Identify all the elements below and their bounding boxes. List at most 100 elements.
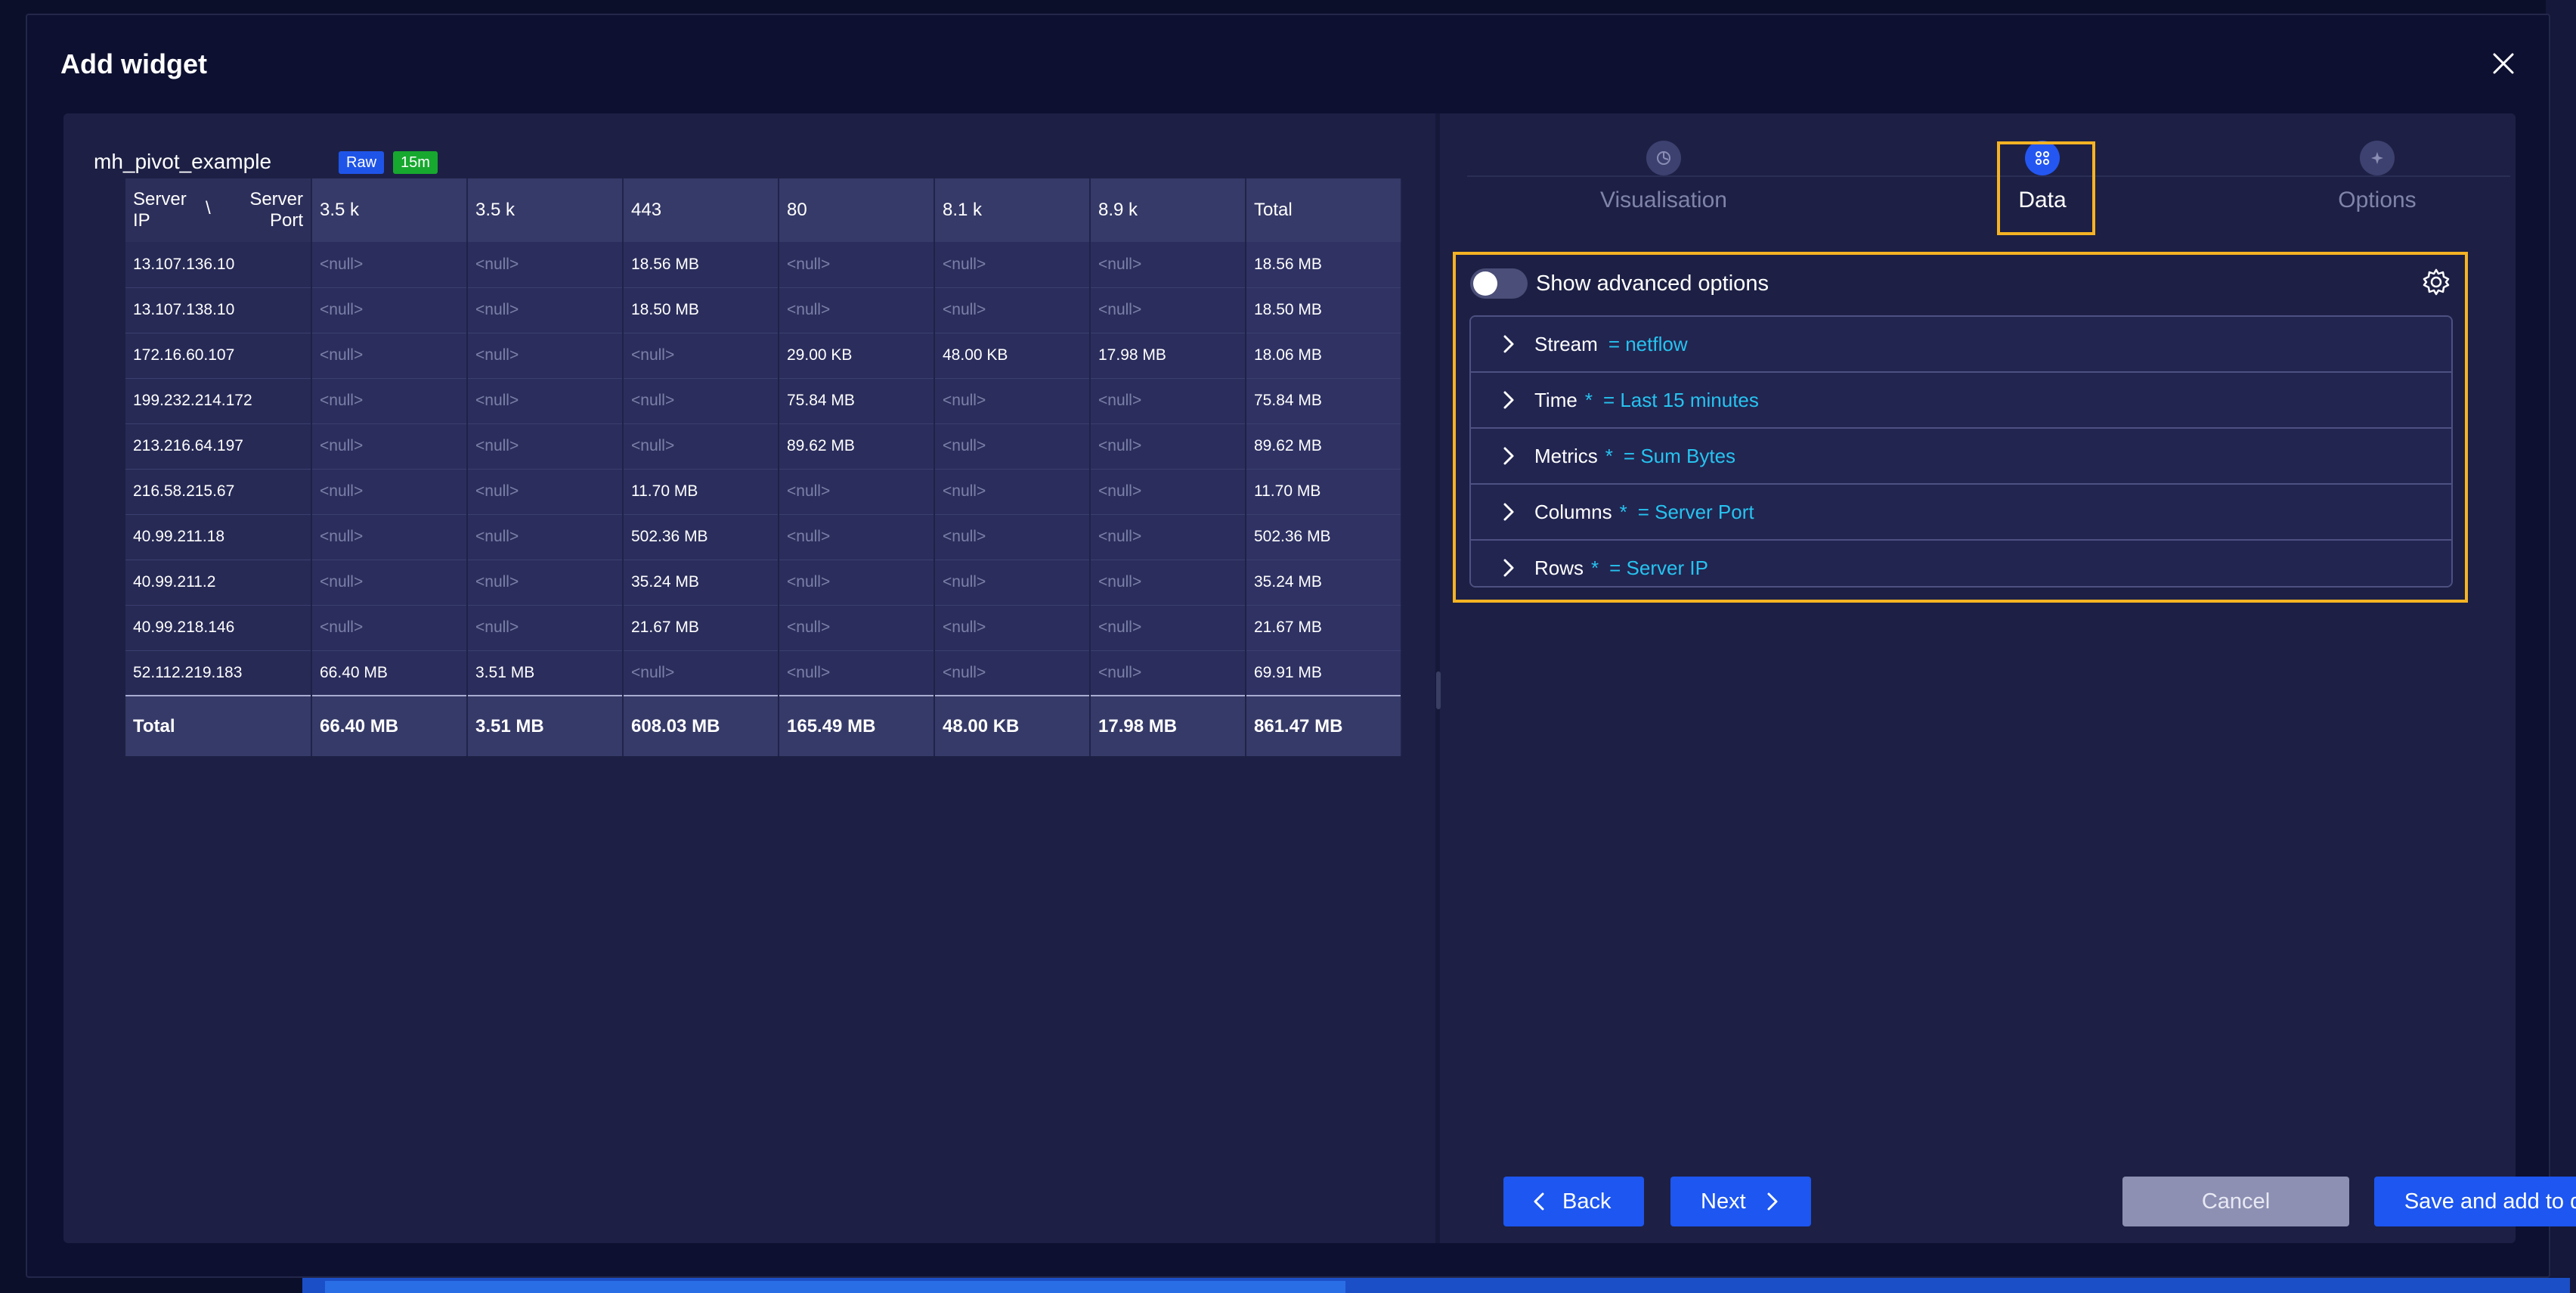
dialog-content: mh_pivot_example Raw 15m Server IP \ Server… <box>63 113 2576 1243</box>
table-row: 213.216.64.197 <null> <null> <null> 89.62 MB… <box>125 423 1402 470</box>
table-row: 199.232.214.172 <null> <null> <null> 75.84 M… <box>125 378 1402 424</box>
totals-cell: 17.98 MB <box>1090 695 1246 756</box>
step-options[interactable]: Options <box>2279 141 2475 213</box>
column-dimension-label: Port <box>269 210 303 231</box>
table-cell: <null> <box>311 287 468 333</box>
section-value: = Sum Bytes <box>1623 445 1736 467</box>
table-cell: 89.62 MB <box>779 423 935 470</box>
table-cell: <null> <box>934 650 1091 696</box>
chevron-right-icon <box>1498 557 1519 578</box>
table-cell: <null> <box>934 378 1091 424</box>
section-value: = Server IP <box>1609 557 1708 579</box>
background-sidebar <box>2546 0 2576 1293</box>
table-cell: <null> <box>467 605 624 651</box>
column-header[interactable]: 80 <box>779 178 935 242</box>
step-visualisation[interactable]: Visualisation <box>1565 141 1762 213</box>
pivot-table: Server IP \ Server Port 3.5 k 3.5 k 443 80 8.1 k8… <box>125 178 1402 756</box>
table-cell: <null> <box>779 650 935 696</box>
table-row: 52.112.219.183 66.40 MB 3.51 MB <null> <null… <box>125 650 1402 696</box>
totals-cell: 66.40 MB <box>311 695 468 756</box>
data-sections-accordion: Stream = netflow Time * = Last 15 minutes M… <box>1469 315 2453 588</box>
settings-button[interactable] <box>2421 267 2451 297</box>
section-name: Metrics <box>1534 445 1598 467</box>
table-cell: 18.50 MB <box>623 287 779 333</box>
table-cell: 29.00 KB <box>779 333 935 379</box>
save-button-label: Save and add to dashboard <box>2404 1189 2576 1214</box>
table-cell: <null> <box>934 287 1091 333</box>
row-header-ip: 213.216.64.197 <box>125 423 312 470</box>
next-button[interactable]: Next <box>1670 1177 1811 1226</box>
table-cell: <null> <box>467 514 624 560</box>
column-dimension-label: Server <box>249 189 303 209</box>
table-cell: <null> <box>467 423 624 470</box>
row-header-ip: 216.58.215.67 <box>125 469 312 515</box>
chevron-right-icon <box>1767 1192 1778 1211</box>
required-marker: * <box>1584 389 1593 411</box>
section-value: = Server Port <box>1637 501 1754 523</box>
column-header[interactable]: 443 <box>623 178 779 242</box>
config-pane: Visualisation Data Options Show advanced… <box>1440 113 2576 1243</box>
row-total-cell: 21.67 MB <box>1246 605 1402 651</box>
step-data-highlight <box>1997 141 2095 235</box>
table-cell: 17.98 MB <box>1090 333 1246 379</box>
table-cell: 11.70 MB <box>623 469 779 515</box>
advanced-options-label: Show advanced options <box>1536 271 1769 296</box>
column-header[interactable]: 8.9 k <box>1090 178 1246 242</box>
column-header[interactable]: 8.1 k <box>934 178 1091 242</box>
pivot-corner-header: Server IP \ Server Port <box>125 178 312 242</box>
totals-cell: 861.47 MB <box>1246 695 1402 756</box>
section-time[interactable]: Time * = Last 15 minutes <box>1471 373 2451 429</box>
table-cell: 18.56 MB <box>623 242 779 288</box>
data-config-panel: Show advanced options Stream = netflow Ti… <box>1453 252 2468 603</box>
table-cell: <null> <box>779 242 935 288</box>
chevron-right-icon <box>1498 501 1519 522</box>
table-cell: <null> <box>467 287 624 333</box>
totals-cell: 3.51 MB <box>467 695 624 756</box>
table-cell: <null> <box>311 469 468 515</box>
row-header-ip: 13.107.138.10 <box>125 287 312 333</box>
table-cell: <null> <box>467 242 624 288</box>
section-rows[interactable]: Rows * = Server IP <box>1471 541 2451 586</box>
section-columns[interactable]: Columns * = Server Port <box>1471 485 2451 541</box>
table-cell: <null> <box>1090 514 1246 560</box>
table-cell: <null> <box>1090 560 1246 606</box>
next-button-label: Next <box>1701 1189 1746 1214</box>
close-icon <box>2493 53 2514 74</box>
chevron-right-icon <box>1498 389 1519 411</box>
table-cell: <null> <box>934 469 1091 515</box>
table-cell: <null> <box>1090 378 1246 424</box>
table-cell: <null> <box>311 242 468 288</box>
toggle-knob <box>1473 271 1497 296</box>
save-and-add-button[interactable]: Save and add to dashboard <box>2374 1177 2576 1226</box>
section-stream[interactable]: Stream = netflow <box>1471 317 2451 373</box>
back-button[interactable]: Back <box>1503 1177 1644 1226</box>
row-total-cell: 89.62 MB <box>1246 423 1402 470</box>
table-row: 13.107.136.10 <null> <null> 18.56 MB <null> <… <box>125 242 1402 288</box>
totals-label: Total <box>125 695 312 756</box>
close-button[interactable] <box>2485 45 2522 82</box>
row-header-ip: 172.16.60.107 <box>125 333 312 379</box>
gear-icon <box>2423 268 2450 296</box>
chart-icon <box>1646 141 1681 175</box>
step-label-options: Options <box>2338 188 2417 212</box>
column-header[interactable]: 3.5 k <box>311 178 468 242</box>
table-cell: <null> <box>779 287 935 333</box>
section-name: Stream <box>1534 333 1598 355</box>
table-cell: <null> <box>311 333 468 379</box>
table-cell: <null> <box>467 560 624 606</box>
section-metrics[interactable]: Metrics * = Sum Bytes <box>1471 429 2451 485</box>
table-cell: <null> <box>311 423 468 470</box>
required-marker: * <box>1619 501 1627 523</box>
row-header-ip: 13.107.136.10 <box>125 242 312 288</box>
table-cell: <null> <box>934 423 1091 470</box>
column-header[interactable]: 3.5 k <box>467 178 624 242</box>
add-widget-dialog: Add widget mh_pivot_example Raw 15m Serv… <box>26 14 2576 1278</box>
table-cell: <null> <box>1090 423 1246 470</box>
table-cell: <null> <box>779 560 935 606</box>
background-bottom-bar-accent <box>325 1281 1345 1293</box>
section-value: = Last 15 minutes <box>1602 389 1759 411</box>
table-cell: <null> <box>1090 242 1246 288</box>
cancel-button[interactable]: Cancel <box>2122 1177 2349 1226</box>
advanced-options-toggle[interactable] <box>1470 268 1528 299</box>
column-header[interactable]: Total <box>1246 178 1402 242</box>
